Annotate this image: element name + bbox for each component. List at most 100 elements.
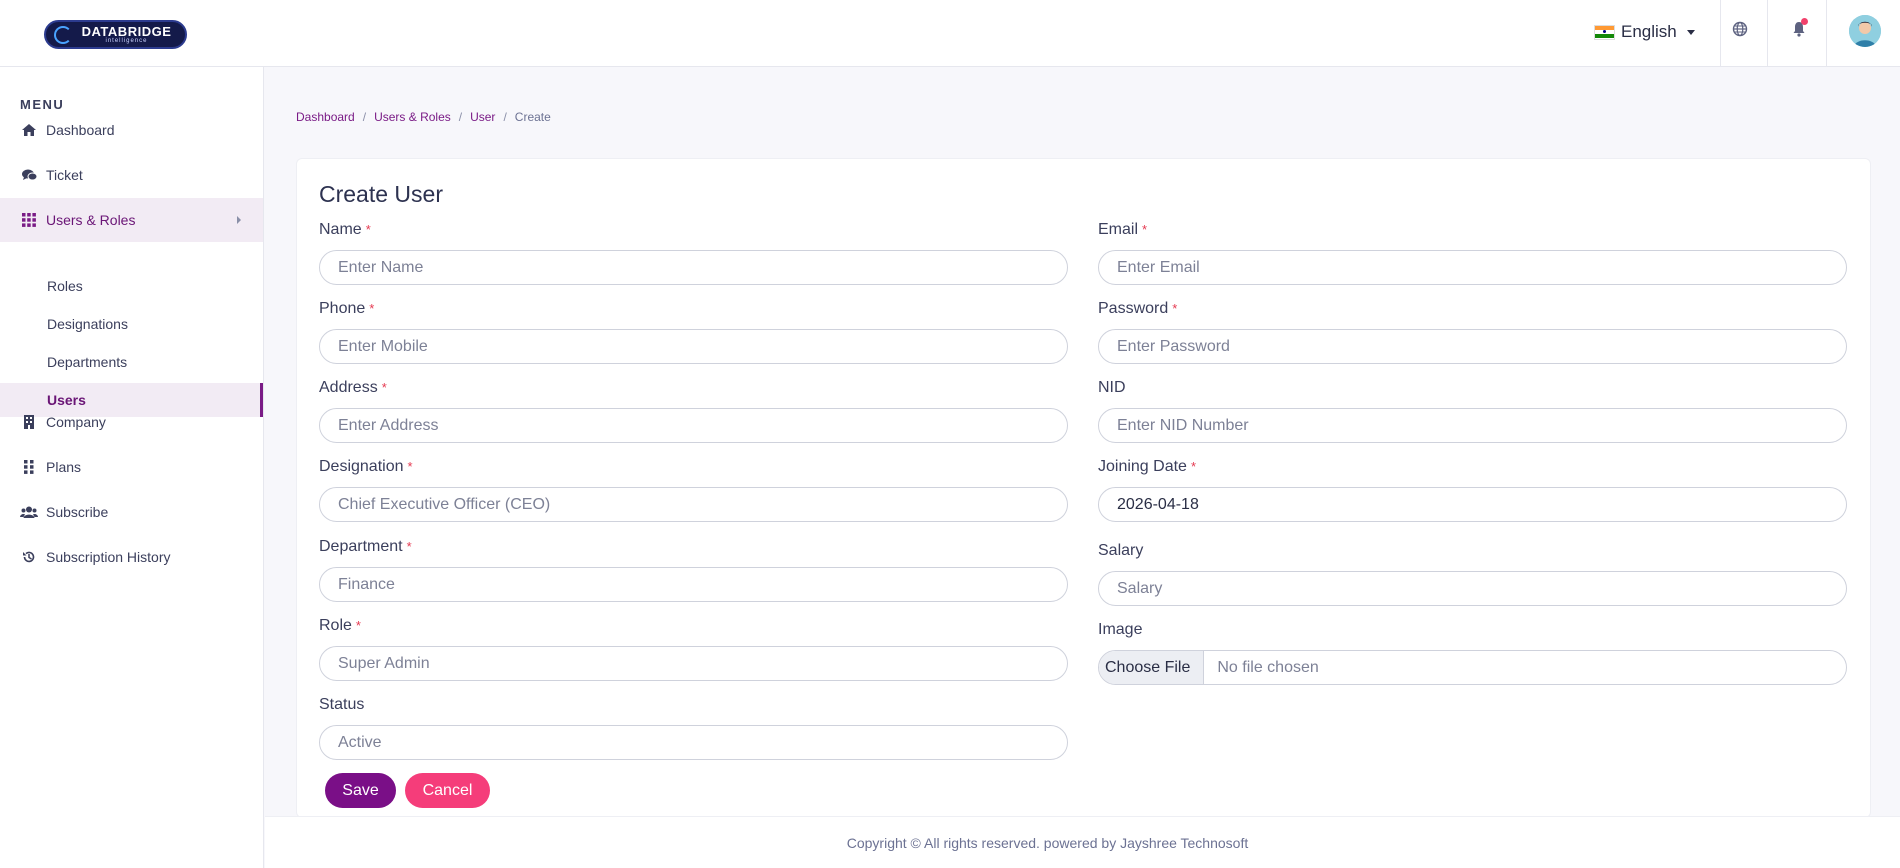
department-select[interactable]: Finance [319,567,1068,602]
nid-label: NID [1098,379,1126,396]
sidebar-item-subscription-history[interactable]: Subscription History [0,535,263,579]
language-label: English [1621,22,1677,41]
email-label-text: Email [1098,221,1139,238]
logo-mark-icon [54,26,72,44]
globe-icon[interactable] [1727,16,1753,42]
joining-date-label-text: Joining Date [1098,458,1187,475]
sidebar-subitem-label: Departments [47,354,128,370]
home-icon [20,121,38,139]
required-mark: * [1142,222,1148,237]
role-label-text: Role [319,617,352,634]
sidebar-item-label: Plans [46,459,82,475]
language-dropdown[interactable]: English [1594,22,1695,42]
chevron-right-icon [237,216,241,224]
required-mark: * [365,222,371,237]
email-field[interactable] [1098,250,1847,285]
sidebar-item-ticket[interactable]: Ticket [0,153,263,197]
top-header: DATABRIDGE intelligence English [0,0,1900,67]
phone-label-text: Phone [319,300,366,317]
nid-field[interactable] [1098,408,1847,443]
sidebar-item-company[interactable]: Company [0,400,263,444]
sidebar-item-plans[interactable]: Plans [0,445,263,489]
sidebar-item-dashboard[interactable]: Dashboard [0,108,263,152]
breadcrumb-dashboard[interactable]: Dashboard [296,110,355,124]
users-icon [20,503,38,521]
chat-bubbles-icon [20,166,38,184]
header-divider [1826,0,1827,66]
breadcrumb-separator: / [362,110,367,124]
sidebar-item-label: Subscription History [46,549,171,565]
designation-label: Designation * [319,458,413,476]
sidebar-item-label: Company [46,414,106,430]
name-field[interactable] [319,250,1068,285]
image-label: Image [1098,621,1143,638]
header-divider [1767,0,1768,66]
footer-copyright: Copyright © All rights reserved. powered… [846,834,1249,851]
required-mark: * [1172,301,1178,316]
joining-date-field[interactable]: 2026-04-18 [1098,487,1847,522]
sidebar-subitem-departments[interactable]: Departments [0,345,263,379]
breadcrumb-user[interactable]: User [470,110,495,124]
cancel-button[interactable]: Cancel [405,773,490,808]
address-field[interactable] [319,408,1068,443]
sidebar-subitem-designations[interactable]: Designations [0,307,263,341]
logo[interactable]: DATABRIDGE intelligence [44,20,187,49]
notification-dot [1801,18,1808,25]
file-status: No file chosen [1217,658,1319,676]
dots-grid-icon [20,458,38,476]
sidebar-subitem-label: Roles [47,278,83,294]
sidebar-item-label: Ticket [46,167,83,183]
salary-label: Salary [1098,542,1144,559]
sidebar-item-subscribe[interactable]: Subscribe [0,490,263,534]
required-mark: * [369,301,375,316]
required-mark: * [1190,459,1197,474]
phone-field[interactable] [319,329,1068,364]
breadcrumb-current: Create [514,110,551,124]
india-flag-icon [1594,24,1615,40]
bell-icon[interactable] [1786,16,1812,42]
breadcrumb-users-roles[interactable]: Users & Roles [374,110,451,124]
status-select[interactable]: Active [319,725,1068,760]
phone-label: Phone * [319,300,374,318]
avatar[interactable] [1849,15,1881,47]
status-label: Status [319,696,365,713]
name-label-text: Name [319,221,362,238]
email-label: Email * [1098,221,1147,239]
logo-text: DATABRIDGE [81,24,172,39]
designation-select[interactable]: Chief Executive Officer (CEO) [319,487,1068,522]
header-divider [1720,0,1721,66]
grid-icon [20,211,38,229]
designation-label-text: Designation [319,458,404,475]
sidebar-item-label: Users & Roles [46,212,136,228]
password-label: Password * [1098,300,1177,318]
sidebar-item-label: Dashboard [46,122,115,138]
required-mark: * [406,539,412,554]
history-icon [20,548,38,566]
page-title: Create User [319,181,443,207]
sidebar-item-users-roles[interactable]: Users & Roles [0,198,263,242]
salary-field[interactable] [1098,571,1847,606]
choose-file-button[interactable]: Choose File [1099,651,1205,684]
breadcrumb: Dashboard / Users & Roles / User / Creat… [296,110,551,124]
password-label-text: Password [1098,300,1169,317]
sidebar-subitem-label: Designations [47,316,128,332]
joining-date-label: Joining Date * [1098,458,1196,476]
footer: Copyright © All rights reserved. powered… [265,816,1900,868]
department-label-text: Department [319,538,403,555]
required-mark: * [407,459,413,474]
address-label: Address * [319,379,387,397]
required-mark: * [381,380,387,395]
department-label: Department * [319,538,412,556]
image-file-input[interactable]: Choose File No file chosen [1098,650,1847,685]
role-select[interactable]: Super Admin [319,646,1068,681]
role-label: Role * [319,617,361,635]
sidebar-subitem-roles[interactable]: Roles [0,269,263,303]
password-field[interactable] [1098,329,1847,364]
sidebar-item-label: Subscribe [46,504,109,520]
breadcrumb-separator: / [458,110,463,124]
save-button[interactable]: Save [325,773,396,808]
building-icon [20,413,38,431]
sidebar: MENU Dashboard Ticket Users & Roles Role… [0,67,264,868]
required-mark: * [355,618,361,633]
name-label: Name * [319,221,371,239]
